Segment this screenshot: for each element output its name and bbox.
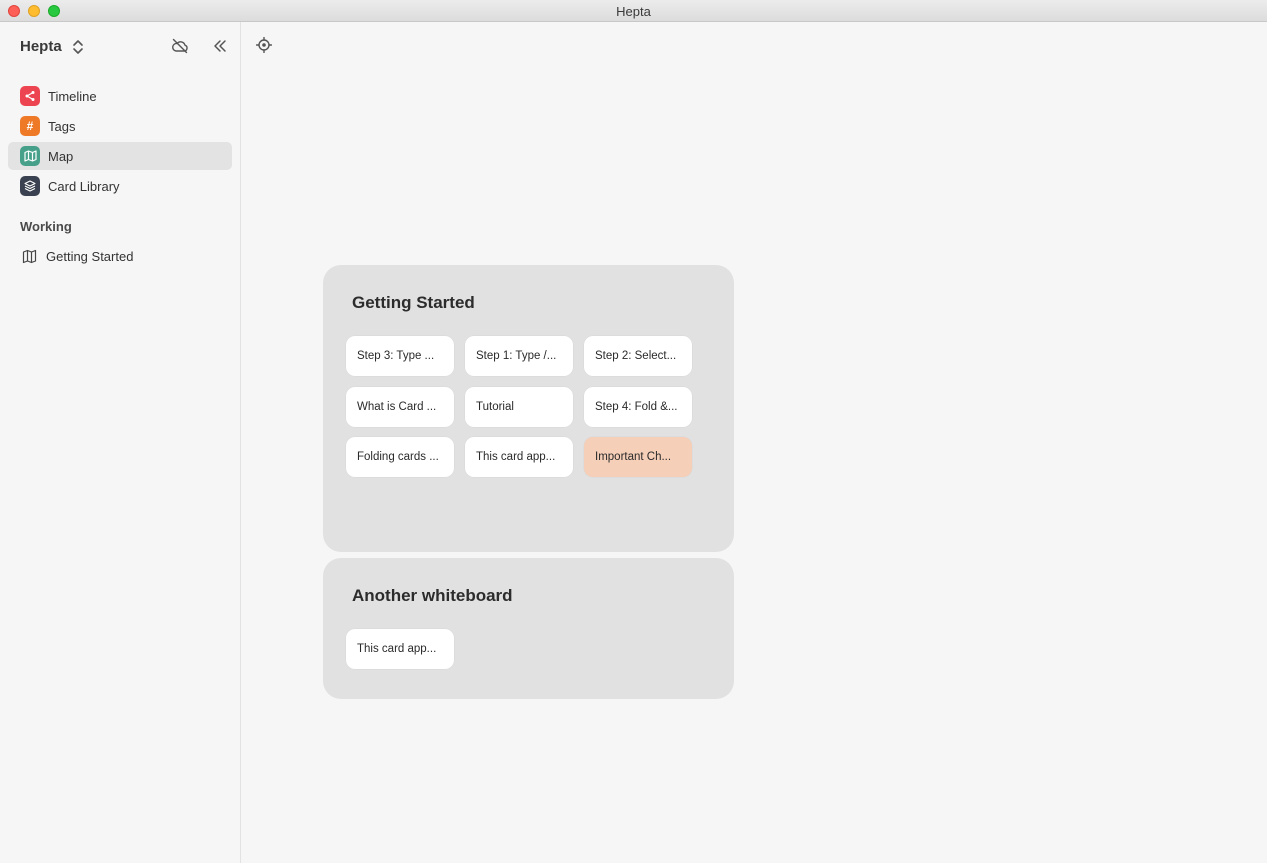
card[interactable]: Step 3: Type ... (346, 336, 454, 376)
working-item-getting-started[interactable]: Getting Started (22, 249, 133, 264)
card[interactable]: This card app... (465, 437, 573, 477)
sidebar-item-label: Timeline (48, 88, 97, 104)
working-section-label: Working (20, 219, 72, 234)
whiteboard-another[interactable]: Another whiteboard This card app... (323, 558, 734, 699)
workspace-switcher[interactable]: Hepta (20, 38, 84, 55)
sidebar-item-label: Card Library (48, 178, 120, 194)
sidebar-item-label: Tags (48, 118, 76, 134)
card[interactable]: Step 1: Type /... (465, 336, 573, 376)
cloud-off-icon[interactable] (171, 37, 189, 55)
sidebar: Hepta Timeline # Tags Map Card Library W… (0, 22, 241, 863)
board-title: Another whiteboard (352, 586, 513, 605)
whiteboard-getting-started[interactable]: Getting Started Step 3: Type ... Step 1:… (323, 265, 734, 552)
collapse-sidebar-icon[interactable] (211, 37, 229, 55)
map-icon (20, 146, 40, 166)
sidebar-item-timeline[interactable]: Timeline (8, 82, 232, 110)
title-bar: Hepta (0, 0, 1267, 22)
card[interactable]: Folding cards ... (346, 437, 454, 477)
card[interactable]: Step 2: Select... (584, 336, 692, 376)
sidebar-item-map[interactable]: Map (8, 142, 232, 170)
sidebar-nav: Timeline # Tags Map Card Library (8, 82, 232, 202)
locate-icon[interactable] (256, 37, 272, 53)
map-outline-icon (22, 249, 37, 264)
card-highlighted[interactable]: Important Ch... (584, 437, 692, 477)
timeline-icon (20, 86, 40, 106)
sidebar-item-card-library[interactable]: Card Library (8, 172, 232, 200)
workspace-name: Hepta (20, 38, 62, 55)
app-window: Hepta Hepta Timeline # Tags Map Card Lib… (0, 0, 1267, 863)
sidebar-item-label: Map (48, 148, 74, 164)
card[interactable]: Step 4: Fold &... (584, 387, 692, 427)
chevron-updown-icon (72, 39, 83, 54)
hash-icon: # (20, 116, 40, 136)
window-title: Hepta (616, 4, 651, 19)
map-canvas[interactable]: Getting Started Step 3: Type ... Step 1:… (241, 22, 1267, 863)
layers-icon (20, 176, 40, 196)
sidebar-item-tags[interactable]: # Tags (8, 112, 232, 140)
working-item-label: Getting Started (46, 249, 134, 264)
board-title: Getting Started (352, 293, 475, 312)
card[interactable]: Tutorial (465, 387, 573, 427)
card[interactable]: What is Card ... (346, 387, 454, 427)
card[interactable]: This card app... (346, 629, 454, 669)
